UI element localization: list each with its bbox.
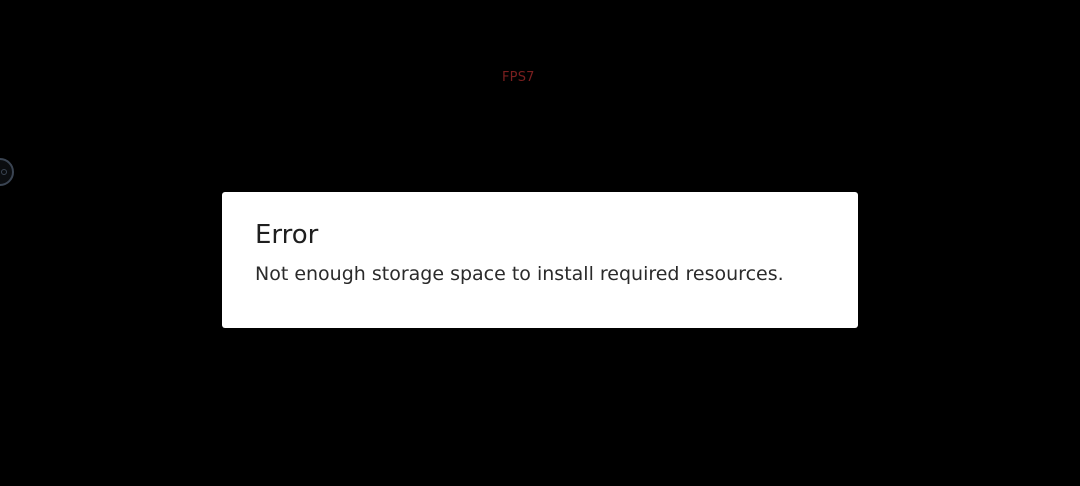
dialog-title: Error xyxy=(255,220,319,250)
dialog-message: Not enough storage space to install requ… xyxy=(255,263,784,285)
error-dialog: Error Not enough storage space to instal… xyxy=(222,192,858,328)
game-screen: FPS7 Error Not enough storage space to i… xyxy=(0,0,1080,486)
assistive-touch-icon[interactable] xyxy=(0,158,14,186)
fps-counter: FPS7 xyxy=(502,70,535,85)
assistive-touch-dot xyxy=(1,169,7,175)
